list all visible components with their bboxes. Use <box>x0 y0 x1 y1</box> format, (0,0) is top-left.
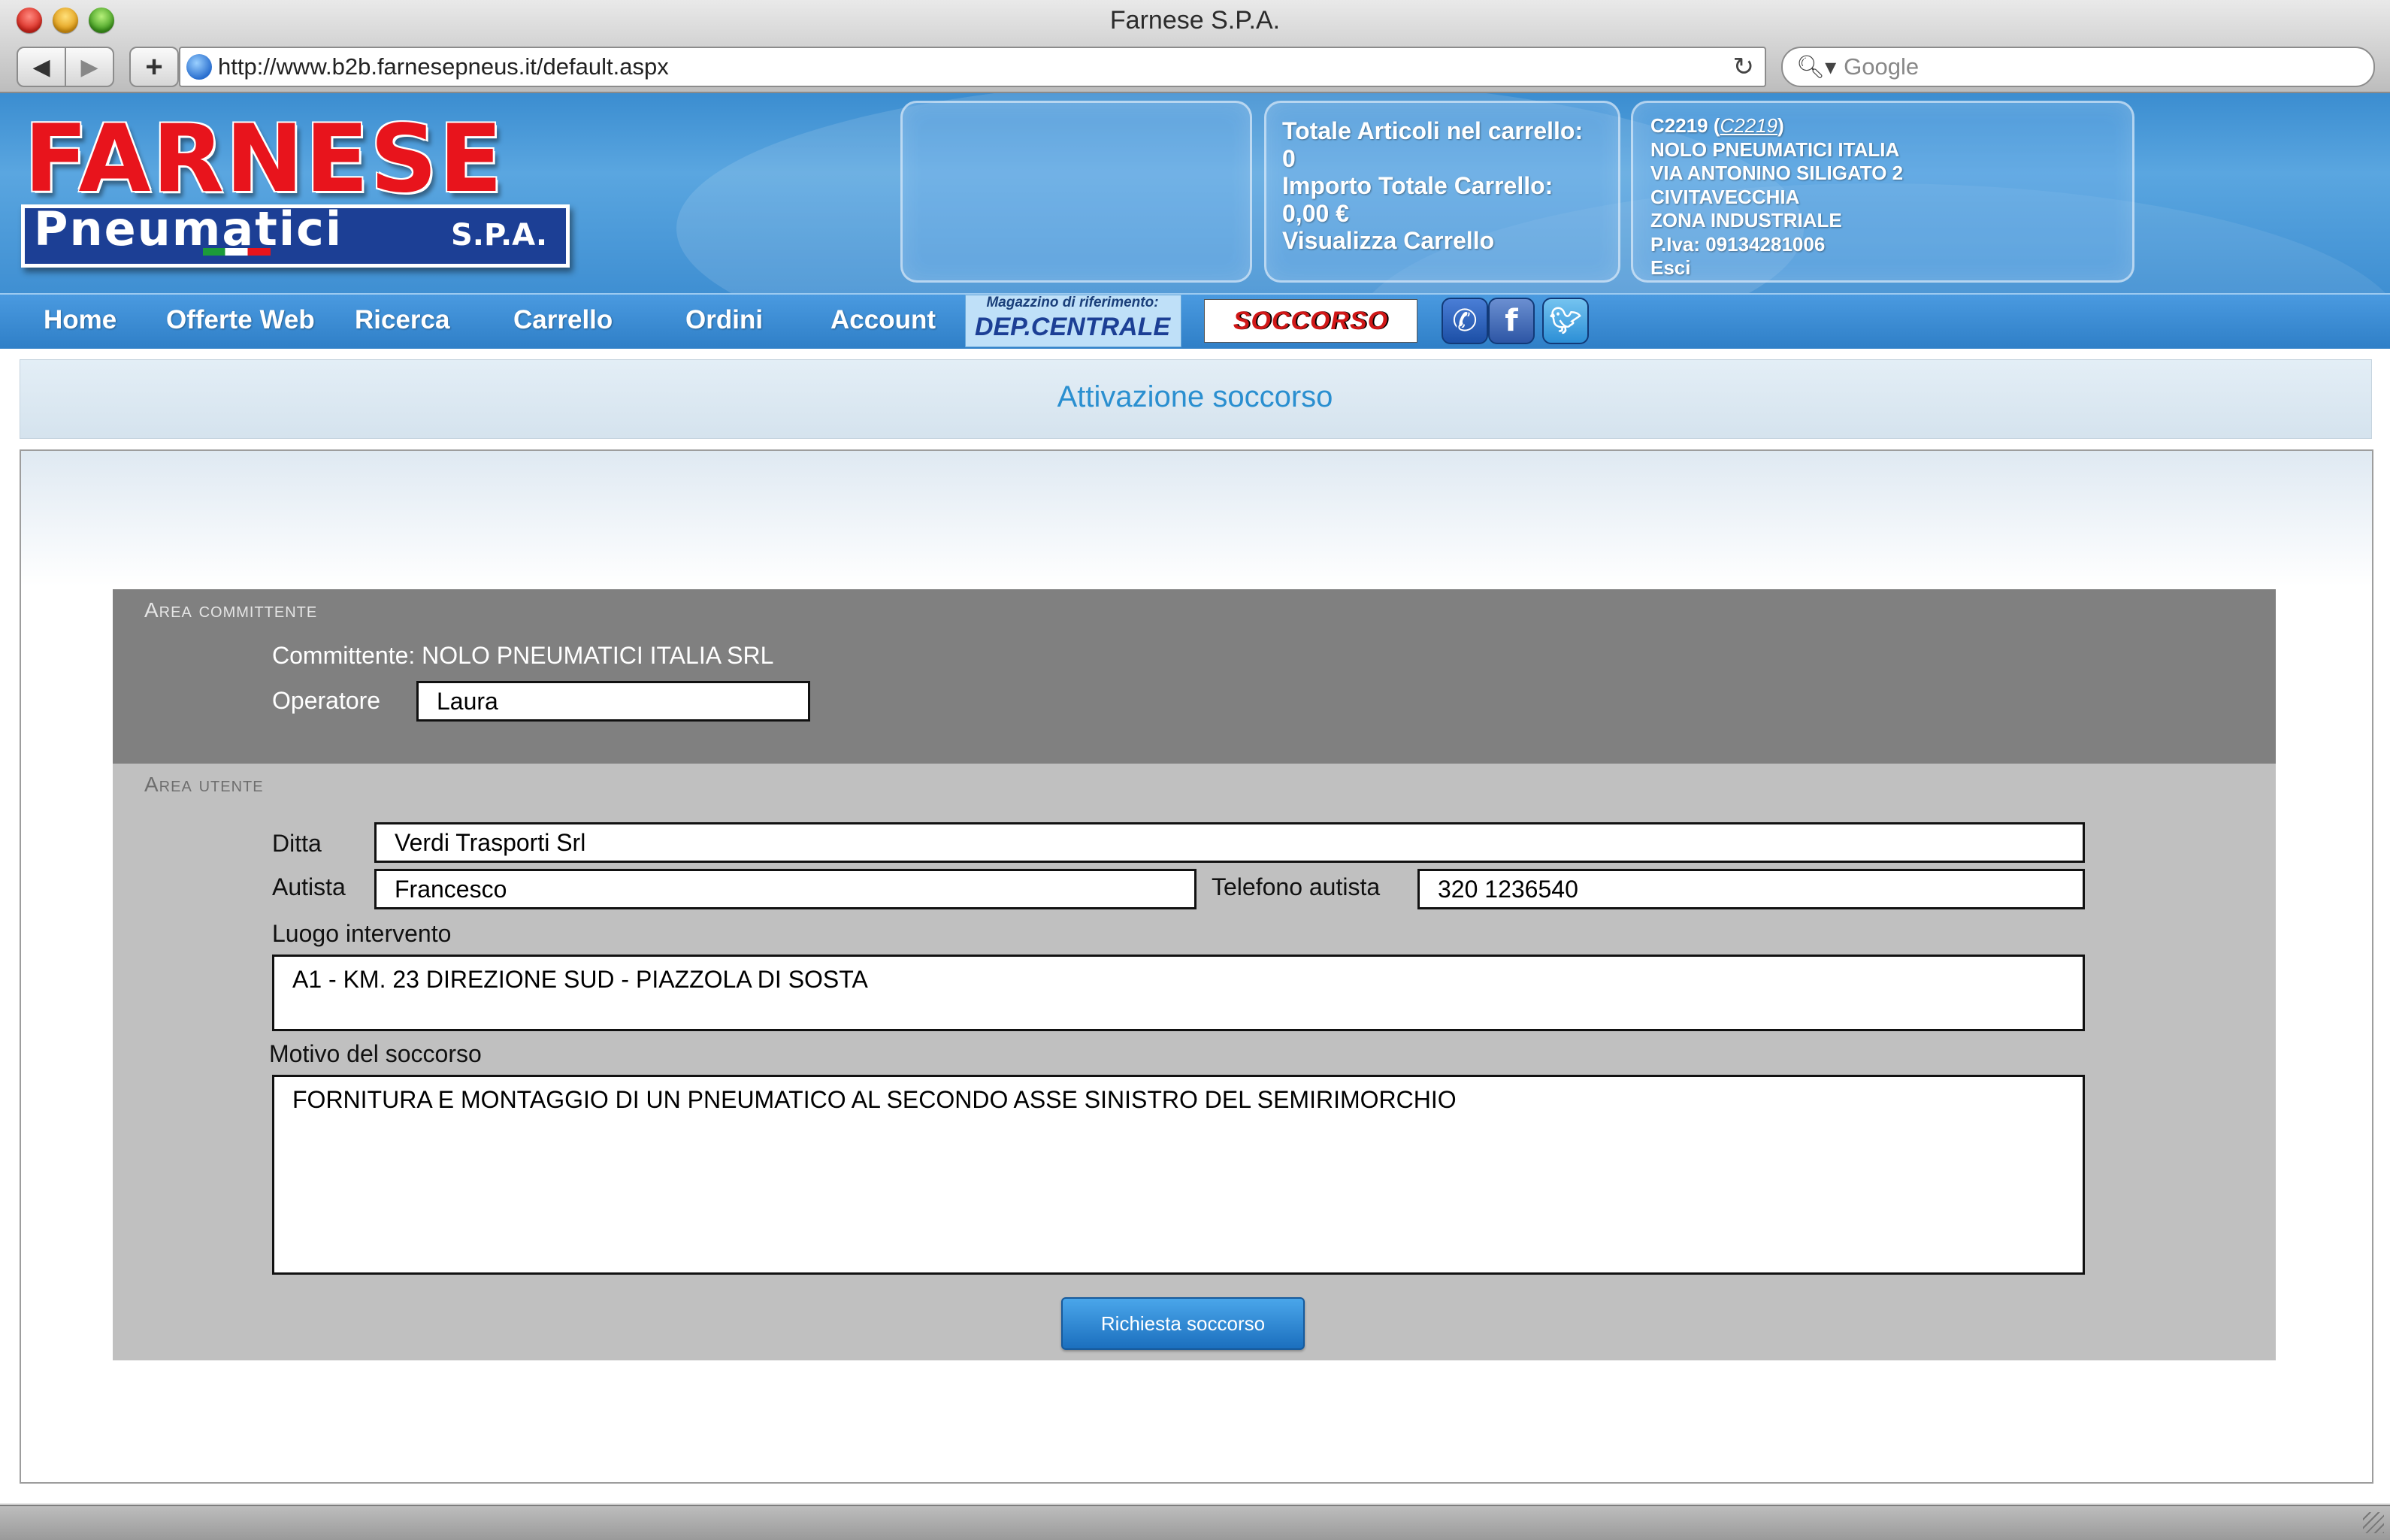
back-button[interactable]: ◀ <box>17 47 66 87</box>
forward-arrow-icon: ▶ <box>80 54 98 80</box>
area-utente-heading: Area utente <box>144 773 264 796</box>
committente-text: Committente: NOLO PNEUMATICI ITALIA SRL <box>272 642 774 669</box>
soccorso-banner-text: SOCCORSO <box>1233 306 1389 335</box>
plus-icon: + <box>145 50 163 83</box>
cart-items-value: 0 <box>1282 145 1296 172</box>
luogo-intervento-textarea[interactable]: A1 - KM. 23 DIREZIONE SUD - PIAZZOLA DI … <box>272 955 2085 1031</box>
customer-name: NOLO PNEUMATICI ITALIA <box>1650 138 1900 161</box>
header-empty-panel <box>900 101 1252 283</box>
logout-link[interactable]: Esci <box>1650 256 1691 280</box>
forward-button[interactable]: ▶ <box>65 47 114 87</box>
menu-item-ordini[interactable]: Ordini <box>685 293 763 347</box>
resize-grip-icon[interactable] <box>2363 1512 2384 1533</box>
twitter-icon[interactable]: 🐦︎ <box>1542 298 1589 344</box>
facebook-icon[interactable]: f <box>1488 298 1535 344</box>
menu-item-offerte-web[interactable]: Offerte Web <box>166 293 315 347</box>
warehouse-value: DEP.CENTRALE <box>974 313 1171 341</box>
warehouse-label: Magazzino di riferimento: <box>986 295 1159 310</box>
view-cart-link[interactable]: Visualizza Carrello <box>1282 227 1494 255</box>
customer-code-text: C2219 <box>1650 114 1708 137</box>
customer-city: CIVITAVECCHIA <box>1650 186 1800 208</box>
page-title: Attivazione soccorso <box>1057 380 1333 413</box>
cart-items-label: Totale Articoli nel carrello: <box>1282 117 1584 144</box>
autista-input[interactable]: Francesco <box>374 869 1197 909</box>
autista-label: Autista <box>272 873 346 900</box>
search-bar[interactable]: 🔍︎▾ Google <box>1781 47 2375 87</box>
italian-flag-stripe <box>203 248 271 256</box>
motivo-soccorso-label: Motivo del soccorso <box>269 1040 482 1067</box>
logo-spa: S.P.A. <box>451 218 548 253</box>
window-title: Farnese S.P.A. <box>1109 6 1281 35</box>
cart-total-label: Importo Totale Carrello: <box>1282 172 1554 199</box>
browser-status-bar <box>0 1505 2390 1540</box>
motivo-soccorso-textarea[interactable]: FORNITURA E MONTAGGIO DI UN PNEUMATICO A… <box>272 1075 2085 1275</box>
ditta-label: Ditta <box>272 830 322 857</box>
customer-vat: P.Iva: 09134281006 <box>1650 233 1826 256</box>
customer-zone: ZONA INDUSTRIALE <box>1650 209 1842 231</box>
back-arrow-icon: ◀ <box>32 54 50 80</box>
search-icon: 🔍︎▾ <box>1796 54 1837 80</box>
menu-item-account[interactable]: Account <box>830 293 936 347</box>
telefono-autista-input[interactable]: 320 1236540 <box>1417 869 2085 909</box>
logo-pneumatici: Pneumatici <box>34 201 343 256</box>
area-committente <box>113 589 2276 764</box>
menu-item-home[interactable]: Home <box>44 293 116 347</box>
globe-icon <box>186 54 212 80</box>
url-text[interactable]: http://www.b2b.farnesepneus.it/default.a… <box>218 53 1733 80</box>
telefono-autista-label: Telefono autista <box>1212 873 1381 900</box>
richiesta-soccorso-button[interactable]: Richiesta soccorso <box>1061 1297 1305 1350</box>
customer-code-link[interactable]: C2219 <box>1720 114 1778 137</box>
area-committente-heading: Area committente <box>144 598 318 622</box>
reload-icon[interactable]: ↻ <box>1733 52 1755 82</box>
operatore-input[interactable]: Laura <box>416 681 810 722</box>
phone-icon[interactable]: ✆ <box>1442 298 1488 344</box>
cart-total-value: 0,00 € <box>1282 200 1349 227</box>
menu-item-carrello[interactable]: Carrello <box>513 293 613 347</box>
customer-code: C2219 (C2219) <box>1650 114 1784 137</box>
menu-item-ricerca[interactable]: Ricerca <box>355 293 449 347</box>
luogo-intervento-label: Luogo intervento <box>272 920 452 947</box>
operatore-label: Operatore <box>272 687 381 714</box>
customer-address: VIA ANTONINO SILIGATO 2 <box>1650 162 1904 184</box>
search-placeholder[interactable]: Google <box>1844 53 1919 80</box>
ditta-input[interactable]: Verdi Trasporti Srl <box>374 822 2085 863</box>
add-bookmark-button[interactable]: + <box>129 47 179 87</box>
soccorso-banner-button[interactable]: SOCCORSO <box>1204 299 1417 343</box>
address-bar[interactable]: http://www.b2b.farnesepneus.it/default.a… <box>179 47 1766 87</box>
logo-farnese[interactable]: FARNESE <box>24 113 504 206</box>
